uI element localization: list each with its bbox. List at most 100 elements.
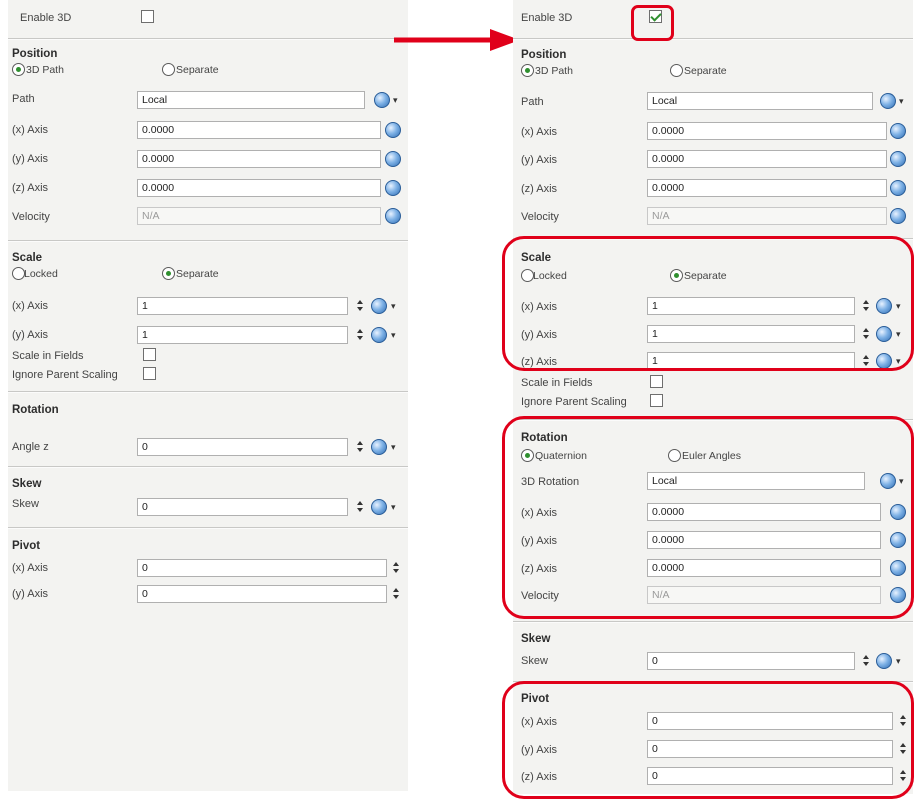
ignore-parent-scaling-checkbox[interactable]	[143, 367, 156, 380]
position-x-label: (x) Axis	[521, 126, 558, 138]
scale-y-label: (y) Axis	[12, 329, 49, 341]
angle-z-field[interactable]: 0	[137, 438, 348, 456]
skew-heading: Skew	[12, 478, 42, 490]
skew-label: Skew	[12, 498, 39, 510]
function-globe-icon[interactable]	[371, 499, 387, 515]
spin-arrows-icon[interactable]	[357, 441, 363, 453]
scale-x-label: (x) Axis	[12, 300, 49, 312]
separate-radio[interactable]	[670, 64, 683, 77]
separate-radio[interactable]	[162, 63, 175, 76]
highlight-rotation	[502, 416, 914, 619]
scale-heading: Scale	[12, 252, 43, 264]
chevron-down-icon[interactable]: ▾	[899, 96, 904, 107]
function-globe-icon[interactable]	[385, 122, 401, 138]
spin-arrows-icon[interactable]	[393, 562, 399, 574]
position-x-field[interactable]: 0.0000	[137, 121, 381, 139]
position-heading: Position	[12, 48, 58, 60]
scale-in-fields-label: Scale in Fields	[521, 377, 593, 389]
ignore-parent-scaling-checkbox[interactable]	[650, 394, 663, 407]
function-globe-icon[interactable]	[890, 208, 906, 224]
rotation-heading: Rotation	[12, 404, 59, 416]
chevron-down-icon[interactable]: ▾	[393, 95, 398, 106]
spin-arrows-icon[interactable]	[357, 300, 363, 312]
3d-path-radio[interactable]	[12, 63, 25, 76]
separate-radio[interactable]	[162, 267, 175, 280]
3d-path-radio[interactable]	[521, 64, 534, 77]
arrow-right-icon	[394, 29, 520, 51]
layer-properties-panel-after: Enable 3D Position 3D Path Separate Path…	[513, 0, 913, 794]
chevron-down-icon[interactable]: ▾	[896, 656, 901, 667]
velocity-label: Velocity	[12, 211, 50, 223]
function-globe-icon[interactable]	[385, 208, 401, 224]
position-z-field[interactable]: 0.0000	[647, 179, 887, 197]
pivot-y-label: (y) Axis	[12, 588, 49, 600]
function-globe-icon[interactable]	[371, 439, 387, 455]
chevron-down-icon[interactable]: ▾	[391, 330, 396, 341]
velocity-field: N/A	[137, 207, 381, 225]
highlight-enable-3d	[631, 5, 674, 41]
pivot-y-field[interactable]: 0	[137, 585, 387, 603]
scale-x-field[interactable]: 1	[137, 297, 348, 315]
function-globe-icon[interactable]	[385, 180, 401, 196]
separate-radio-label: Separate	[684, 65, 727, 77]
path-label: Path	[12, 93, 35, 105]
position-z-label: (z) Axis	[521, 183, 558, 195]
function-globe-icon[interactable]	[876, 653, 892, 669]
function-globe-icon[interactable]	[385, 151, 401, 167]
position-y-label: (y) Axis	[521, 154, 558, 166]
3d-path-radio-label: 3D Path	[26, 64, 64, 76]
spin-arrows-icon[interactable]	[393, 588, 399, 600]
position-x-field[interactable]: 0.0000	[647, 122, 887, 140]
chevron-down-icon[interactable]: ▾	[391, 502, 396, 513]
ignore-parent-scaling-label: Ignore Parent Scaling	[12, 369, 118, 381]
function-globe-icon[interactable]	[890, 123, 906, 139]
velocity-field: N/A	[647, 207, 887, 225]
enable-3d-label: Enable 3D	[521, 12, 573, 24]
position-z-field[interactable]: 0.0000	[137, 179, 381, 197]
highlight-pivot	[502, 681, 914, 799]
scale-in-fields-checkbox[interactable]	[143, 348, 156, 361]
path-field[interactable]: Local	[647, 92, 873, 110]
skew-label: Skew	[521, 655, 548, 667]
position-y-label: (y) Axis	[12, 153, 49, 165]
locked-radio-label: Locked	[24, 268, 58, 280]
function-globe-icon[interactable]	[374, 92, 390, 108]
position-heading: Position	[521, 49, 567, 61]
function-globe-icon[interactable]	[890, 151, 906, 167]
spin-arrows-icon[interactable]	[863, 655, 869, 667]
pivot-heading: Pivot	[12, 540, 41, 552]
position-y-field[interactable]: 0.0000	[137, 150, 381, 168]
enable-3d-checkbox[interactable]	[141, 10, 154, 23]
function-globe-icon[interactable]	[880, 93, 896, 109]
divider	[8, 391, 408, 393]
velocity-label: Velocity	[521, 211, 559, 223]
spin-arrows-icon[interactable]	[357, 329, 363, 341]
scale-in-fields-label: Scale in Fields	[12, 350, 84, 362]
separate-radio-label: Separate	[176, 268, 219, 280]
scale-y-field[interactable]: 1	[137, 326, 348, 344]
separate-radio-label: Separate	[176, 64, 219, 76]
skew-field[interactable]: 0	[137, 498, 348, 516]
skew-field[interactable]: 0	[647, 652, 855, 670]
chevron-down-icon[interactable]: ▾	[391, 301, 396, 312]
skew-heading: Skew	[521, 633, 551, 645]
divider	[513, 621, 913, 623]
divider	[8, 527, 408, 529]
path-label: Path	[521, 96, 544, 108]
position-z-label: (z) Axis	[12, 182, 49, 194]
layer-properties-panel-before: Enable 3D Position 3D Path Separate Path…	[8, 0, 408, 791]
path-field[interactable]: Local	[137, 91, 365, 109]
function-globe-icon[interactable]	[371, 298, 387, 314]
position-y-field[interactable]: 0.0000	[647, 150, 887, 168]
function-globe-icon[interactable]	[890, 180, 906, 196]
pivot-x-field[interactable]: 0	[137, 559, 387, 577]
scale-in-fields-checkbox[interactable]	[650, 375, 663, 388]
3d-path-radio-label: 3D Path	[535, 65, 573, 77]
function-globe-icon[interactable]	[371, 327, 387, 343]
chevron-down-icon[interactable]: ▾	[391, 442, 396, 453]
highlight-scale	[502, 236, 914, 371]
divider	[8, 240, 408, 242]
ignore-parent-scaling-label: Ignore Parent Scaling	[521, 396, 627, 408]
spin-arrows-icon[interactable]	[357, 501, 363, 513]
divider	[513, 38, 913, 40]
